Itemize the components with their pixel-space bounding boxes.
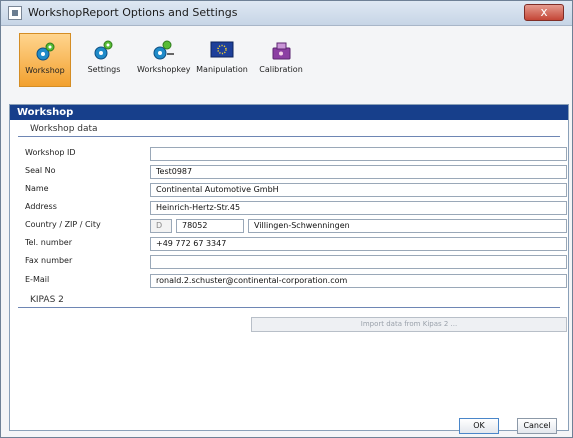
zip-input[interactable]: 78052 bbox=[176, 219, 244, 233]
country-zip-city-label: Country / ZIP / City bbox=[25, 220, 101, 229]
tab-manipulation[interactable]: Manipulation bbox=[196, 33, 248, 87]
gears-icon bbox=[94, 40, 113, 60]
workshop-panel: Workshop Workshop data Workshop ID Seal … bbox=[9, 104, 569, 434]
group-label-kipas: KIPAS 2 bbox=[30, 295, 64, 305]
eu-flag-icon bbox=[210, 41, 234, 58]
gears-key-icon bbox=[153, 40, 174, 60]
tab-settings[interactable]: Settings bbox=[78, 33, 130, 87]
name-label: Name bbox=[25, 184, 49, 193]
gears-icon bbox=[36, 42, 55, 61]
group-divider bbox=[18, 136, 560, 137]
workshop-id-label: Workshop ID bbox=[25, 148, 76, 157]
group-divider bbox=[18, 307, 560, 308]
country-input[interactable]: D bbox=[150, 219, 172, 233]
tab-workshop[interactable]: Workshop bbox=[19, 33, 71, 87]
address-label: Address bbox=[25, 202, 57, 211]
tab-label: Settings bbox=[87, 65, 121, 74]
tab-label: Calibration bbox=[259, 65, 303, 74]
email-input[interactable]: ronald.2.schuster@continental-corporatio… bbox=[150, 274, 567, 288]
tool-box-icon bbox=[272, 42, 291, 60]
city-input[interactable]: Villingen-Schwenningen bbox=[248, 219, 567, 233]
settings-toolbar: Workshop Settings Workshopkey Manipulati… bbox=[9, 31, 564, 89]
title-bar: WorkshopReport Options and Settings x bbox=[1, 1, 572, 26]
name-input[interactable]: Continental Automotive GmbH bbox=[150, 183, 567, 197]
section-header: Workshop bbox=[10, 105, 568, 120]
window-title: WorkshopReport Options and Settings bbox=[28, 6, 238, 19]
tab-workshopkey[interactable]: Workshopkey bbox=[137, 33, 191, 87]
fax-number-input[interactable] bbox=[150, 255, 567, 269]
tab-label: Workshop bbox=[25, 66, 65, 75]
email-label: E-Mail bbox=[25, 275, 50, 284]
tab-label: Manipulation bbox=[196, 65, 248, 74]
options-window: WorkshopReport Options and Settings x Wo… bbox=[0, 0, 573, 438]
app-icon bbox=[8, 6, 22, 20]
seal-no-label: Seal No bbox=[25, 166, 56, 175]
ok-button[interactable]: OK bbox=[459, 418, 499, 434]
address-input[interactable]: Heinrich-Hertz-Str.45 bbox=[150, 201, 567, 215]
tel-number-input[interactable]: +49 772 67 3347 bbox=[150, 237, 567, 251]
close-button[interactable]: x bbox=[524, 4, 564, 21]
tab-calibration[interactable]: Calibration bbox=[255, 33, 307, 87]
workshop-id-input[interactable] bbox=[150, 147, 567, 161]
import-kipas-button[interactable]: Import data from Kipas 2 ... bbox=[251, 317, 567, 332]
fax-number-label: Fax number bbox=[25, 256, 73, 265]
tab-label: Workshopkey bbox=[137, 65, 191, 74]
group-label-workshop-data: Workshop data bbox=[30, 124, 98, 134]
seal-no-input[interactable]: Test0987 bbox=[150, 165, 567, 179]
tel-number-label: Tel. number bbox=[25, 238, 72, 247]
cancel-button[interactable]: Cancel bbox=[517, 418, 557, 434]
